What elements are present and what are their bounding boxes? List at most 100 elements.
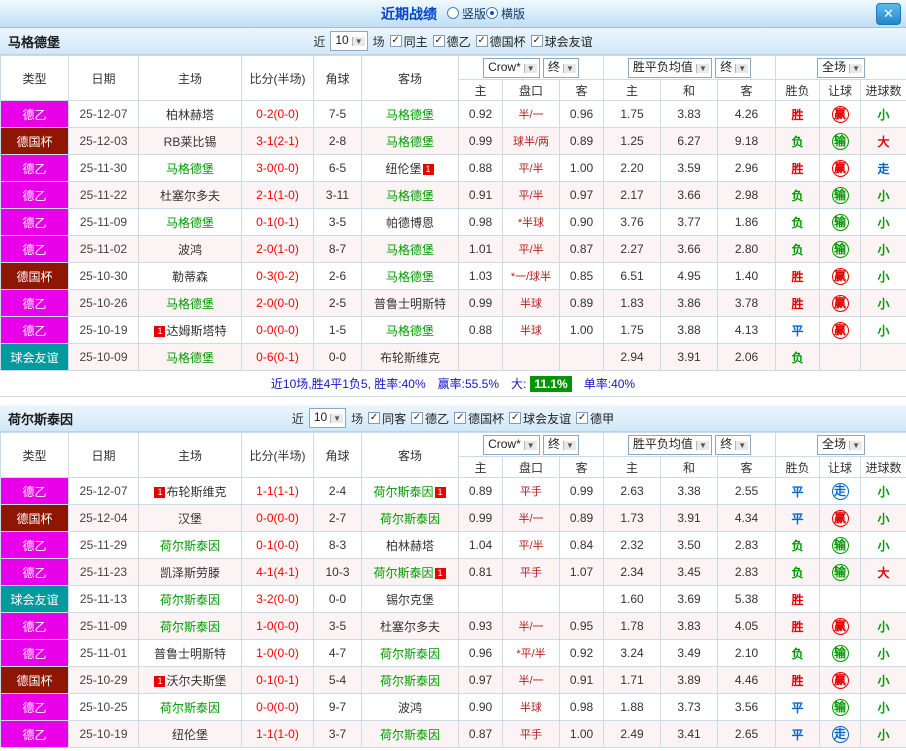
team-name[interactable]: 马格德堡: [386, 108, 434, 122]
filter-checkbox[interactable]: ✓ 球会友谊: [509, 410, 571, 427]
result-winloss: 胜: [775, 585, 821, 613]
score: 4-1(4-1): [241, 558, 314, 586]
final-odds-select[interactable]: 终 ▼: [543, 434, 579, 455]
team-name[interactable]: 柏林赫塔: [386, 539, 434, 553]
match-count-select[interactable]: 10 ▼: [308, 408, 347, 428]
filter-checkbox[interactable]: ✓ 球会友谊: [530, 33, 593, 50]
filter-checkbox[interactable]: ✓ 德乙: [432, 33, 471, 50]
team-name[interactable]: 凯泽斯劳滕: [160, 566, 220, 580]
subcolumn-header: 客: [558, 79, 605, 101]
league-type: 德国杯: [0, 127, 69, 155]
result-winloss: 胜: [775, 289, 821, 317]
final-avg-select[interactable]: 终 ▼: [715, 434, 752, 455]
score: 2-0(0-0): [241, 289, 314, 317]
team-name[interactable]: 柏林赫塔: [166, 108, 214, 122]
team-name[interactable]: 纽伦堡: [172, 728, 208, 742]
team-name[interactable]: 锡尔克堡: [386, 593, 434, 607]
result-winloss: 胜: [775, 100, 821, 128]
avg-away: 2.55: [717, 477, 777, 505]
team-name[interactable]: 马格德堡: [166, 162, 214, 176]
team-name[interactable]: 布轮斯维克: [166, 485, 226, 499]
avg-select[interactable]: 胜平负均值 ▼: [627, 434, 712, 455]
scope-select[interactable]: 全场 ▼: [817, 57, 865, 78]
team-name[interactable]: 达姆斯塔特: [166, 324, 226, 338]
home-team-cell: 马格德堡: [138, 154, 242, 182]
subcolumn-header: 客: [717, 79, 777, 101]
odds-handicap: *半球: [502, 208, 560, 236]
chevron-down-icon: ▼: [849, 63, 862, 73]
filter-checkbox[interactable]: ✓ 德国杯: [475, 33, 526, 50]
team-name[interactable]: 布轮斯维克: [380, 351, 440, 365]
league-type: 德乙: [0, 612, 69, 640]
team-name[interactable]: 马格德堡: [386, 243, 434, 257]
avg-draw: 3.83: [660, 100, 719, 128]
team-name[interactable]: 普鲁士明斯特: [154, 647, 226, 661]
layout-radio[interactable]: 竖版: [446, 5, 486, 22]
team-name[interactable]: 马格德堡: [386, 189, 434, 203]
team-name[interactable]: 马格德堡: [166, 351, 214, 365]
result-handicap: 输: [819, 693, 862, 721]
result-winloss: 平: [775, 504, 821, 532]
summary-text: 近10场,胜4平1负5, 胜率:40%: [270, 377, 426, 391]
team-name[interactable]: 荷尔斯泰因: [160, 593, 220, 607]
avg-away: 2.65: [717, 720, 777, 748]
team-name[interactable]: 荷尔斯泰因: [380, 647, 440, 661]
league-type: 德乙: [0, 208, 69, 236]
match-row: 德乙 25-11-23 凯泽斯劳滕 4-1(4-1) 10-3 荷尔斯泰因 1 0.81 平手 1…: [0, 558, 906, 586]
team-name[interactable]: 沃尔夫斯堡: [166, 674, 226, 688]
avg-away: 4.13: [717, 316, 777, 344]
team-name[interactable]: 帕德博恩: [386, 216, 434, 230]
corners: 1-5: [313, 316, 362, 344]
team-name[interactable]: 纽伦堡: [385, 162, 421, 176]
avg-home: 2.32: [603, 531, 662, 559]
match-count-select[interactable]: 10 ▼: [330, 31, 368, 51]
team-name[interactable]: 马格德堡: [386, 324, 434, 338]
match-date: 25-11-09: [68, 612, 139, 640]
team-name[interactable]: 波鸿: [398, 701, 422, 715]
team-name[interactable]: 荷尔斯泰因: [373, 485, 433, 499]
bookmaker-select[interactable]: Crow* ▼: [483, 434, 540, 455]
final-avg-select[interactable]: 终 ▼: [715, 57, 752, 78]
team-name[interactable]: 荷尔斯泰因: [380, 728, 440, 742]
recent-records-panel: 近期战绩 竖版 横版 ✕ 马格德堡近 10 ▼ 场 ✓ 同主 ✓ 德乙 ✓ 德国杯 ✓ 球会友谊 类型 日期…: [0, 0, 906, 748]
team-name[interactable]: 荷尔斯泰因: [380, 512, 440, 526]
league-type: 德乙: [0, 154, 69, 182]
team-name[interactable]: 荷尔斯泰因: [373, 566, 433, 580]
team-name[interactable]: 普鲁士明斯特: [374, 297, 446, 311]
bookmaker-select[interactable]: Crow* ▼: [483, 57, 540, 78]
team-name[interactable]: 汉堡: [178, 512, 202, 526]
team-name[interactable]: 杜塞尔多夫: [380, 620, 440, 634]
filter-checkbox[interactable]: ✓ 德国杯: [454, 410, 504, 427]
team-name[interactable]: 马格德堡: [166, 216, 214, 230]
handicap-result-ring: 输: [831, 186, 849, 204]
team-name[interactable]: 荷尔斯泰因: [160, 620, 220, 634]
team-name[interactable]: 马格德堡: [386, 135, 434, 149]
team-name[interactable]: 荷尔斯泰因: [160, 701, 220, 715]
result-handicap: 赢: [819, 316, 862, 344]
team-name[interactable]: 波鸿: [178, 243, 202, 257]
filter-checkbox[interactable]: ✓ 同主: [389, 33, 428, 50]
team-name[interactable]: 马格德堡: [386, 270, 434, 284]
checkbox-label: 同主: [403, 34, 428, 49]
chevron-down-icon: ▼: [695, 63, 709, 73]
filter-checkbox[interactable]: ✓ 同客: [368, 410, 406, 427]
team-name[interactable]: 荷尔斯泰因: [160, 539, 220, 553]
odds-home: 0.98: [458, 208, 503, 236]
layout-radio[interactable]: 横版: [486, 5, 525, 22]
close-button[interactable]: ✕: [876, 3, 901, 25]
avg-home: 1.75: [603, 316, 662, 344]
team-name[interactable]: 荷尔斯泰因: [380, 674, 440, 688]
final-odds-select[interactable]: 终 ▼: [543, 57, 579, 78]
scope-select[interactable]: 全场 ▼: [817, 434, 865, 455]
team-name[interactable]: 马格德堡: [166, 297, 214, 311]
team-name[interactable]: RB莱比锡: [164, 135, 217, 149]
result-handicap: 走: [819, 477, 862, 505]
avg-away: 3.78: [717, 289, 777, 317]
filter-checkbox[interactable]: ✓ 德乙: [411, 410, 449, 427]
team-name[interactable]: 勒蒂森: [172, 270, 208, 284]
filter-checkbox[interactable]: ✓ 德甲: [576, 410, 614, 427]
avg-select[interactable]: 胜平负均值 ▼: [627, 57, 712, 78]
score: 2-1(1-0): [241, 181, 314, 209]
away-team-cell: 马格德堡: [361, 235, 459, 263]
team-name[interactable]: 杜塞尔多夫: [160, 189, 220, 203]
